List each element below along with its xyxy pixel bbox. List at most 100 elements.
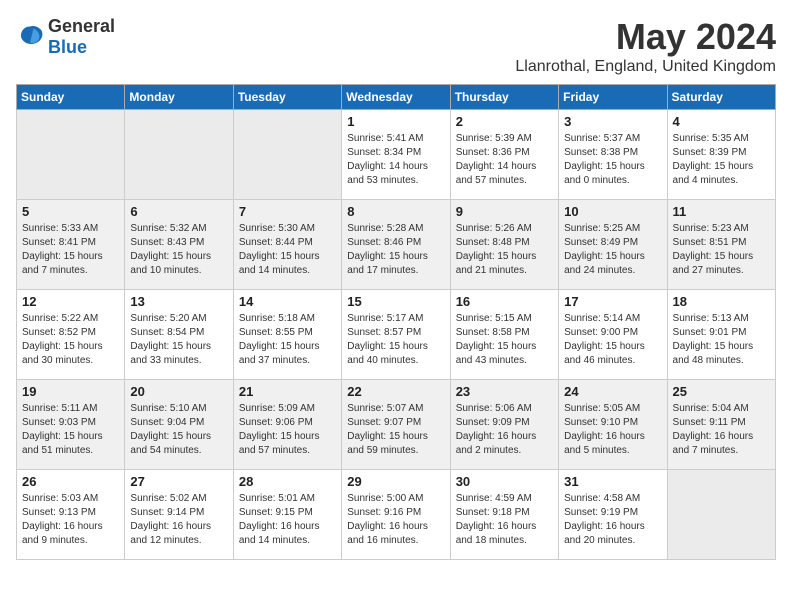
day-info: Sunrise: 5:18 AMSunset: 8:55 PMDaylight:… <box>239 313 320 366</box>
day-number: 4 <box>673 114 770 129</box>
day-number: 8 <box>347 204 444 219</box>
location-title: Llanrothal, England, United Kingdom <box>515 58 776 76</box>
day-number: 18 <box>673 294 770 309</box>
month-title: May 2024 <box>515 16 776 58</box>
day-number: 1 <box>347 114 444 129</box>
day-cell: 5Sunrise: 5:33 AMSunset: 8:41 PMDaylight… <box>17 200 125 290</box>
day-number: 6 <box>130 204 227 219</box>
day-info: Sunrise: 5:26 AMSunset: 8:48 PMDaylight:… <box>456 223 537 276</box>
day-cell: 22 Sunrise: 5:07 AMSunset: 9:07 PMDayligh… <box>342 380 450 470</box>
day-number: 24 <box>564 384 661 399</box>
header-cell-friday: Friday <box>559 85 667 110</box>
day-number: 9 <box>456 204 553 219</box>
day-cell: 28Sunrise: 5:01 AMSunset: 9:15 PMDayligh… <box>233 470 341 560</box>
day-info: Sunrise: 5:14 AMSunset: 9:00 PMDaylight:… <box>564 313 645 366</box>
day-info: Sunrise: 5:30 AMSunset: 8:44 PMDaylight:… <box>239 223 320 276</box>
day-number: 14 <box>239 294 336 309</box>
logo-text: General Blue <box>48 16 115 58</box>
day-info: Sunrise: 4:58 AMSunset: 9:19 PMDaylight:… <box>564 493 645 546</box>
week-row-1: 1 Sunrise: 5:41 AMSunset: 8:34 PMDaylight… <box>17 110 776 200</box>
title-block: May 2024 Llanrothal, England, United Kin… <box>515 16 776 76</box>
day-number: 13 <box>130 294 227 309</box>
day-cell: 30 Sunrise: 4:59 AMSunset: 9:18 PMDayligh… <box>450 470 558 560</box>
header-row: SundayMondayTuesdayWednesdayThursdayFrid… <box>17 85 776 110</box>
header-cell-saturday: Saturday <box>667 85 775 110</box>
week-row-4: 19 Sunrise: 5:11 AMSunset: 9:03 PMDayligh… <box>17 380 776 470</box>
day-info: Sunrise: 5:07 AMSunset: 9:07 PMDaylight:… <box>347 403 428 456</box>
day-info: Sunrise: 5:10 AMSunset: 9:04 PMDaylight:… <box>130 403 211 456</box>
day-number: 3 <box>564 114 661 129</box>
day-number: 19 <box>22 384 119 399</box>
day-number: 26 <box>22 474 119 489</box>
day-cell: 26 Sunrise: 5:03 AMSunset: 9:13 PMDayligh… <box>17 470 125 560</box>
day-info: Sunrise: 5:03 AMSunset: 9:13 PMDaylight:… <box>22 493 103 546</box>
day-info: Sunrise: 5:06 AMSunset: 9:09 PMDaylight:… <box>456 403 537 456</box>
day-cell: 24Sunrise: 5:05 AMSunset: 9:10 PMDayligh… <box>559 380 667 470</box>
day-number: 15 <box>347 294 444 309</box>
day-cell: 4 Sunrise: 5:35 AMSunset: 8:39 PMDaylight… <box>667 110 775 200</box>
day-cell: 16Sunrise: 5:15 AMSunset: 8:58 PMDayligh… <box>450 290 558 380</box>
day-info: Sunrise: 5:39 AMSunset: 8:36 PMDaylight:… <box>456 133 537 186</box>
day-cell: 31 Sunrise: 4:58 AMSunset: 9:19 PMDayligh… <box>559 470 667 560</box>
day-info: Sunrise: 5:37 AMSunset: 8:38 PMDaylight:… <box>564 133 645 186</box>
day-info: Sunrise: 5:13 AMSunset: 9:01 PMDaylight:… <box>673 313 754 366</box>
day-info: Sunrise: 5:02 AMSunset: 9:14 PMDaylight:… <box>130 493 211 546</box>
logo-general: General <box>48 16 115 36</box>
day-cell: 9 Sunrise: 5:26 AMSunset: 8:48 PMDaylight… <box>450 200 558 290</box>
day-number: 22 <box>347 384 444 399</box>
header-cell-monday: Monday <box>125 85 233 110</box>
header-cell-sunday: Sunday <box>17 85 125 110</box>
day-cell: 12Sunrise: 5:22 AMSunset: 8:52 PMDayligh… <box>17 290 125 380</box>
day-number: 2 <box>456 114 553 129</box>
day-number: 7 <box>239 204 336 219</box>
day-cell <box>233 110 341 200</box>
logo-blue: Blue <box>48 37 87 57</box>
day-cell: 27 Sunrise: 5:02 AMSunset: 9:14 PMDayligh… <box>125 470 233 560</box>
day-cell: 18 Sunrise: 5:13 AMSunset: 9:01 PMDayligh… <box>667 290 775 380</box>
day-number: 17 <box>564 294 661 309</box>
day-number: 27 <box>130 474 227 489</box>
day-number: 31 <box>564 474 661 489</box>
day-cell: 11 Sunrise: 5:23 AMSunset: 8:51 PMDayligh… <box>667 200 775 290</box>
logo: General Blue <box>16 16 115 58</box>
day-number: 20 <box>130 384 227 399</box>
day-cell <box>667 470 775 560</box>
calendar-table: SundayMondayTuesdayWednesdayThursdayFrid… <box>16 84 776 560</box>
day-info: Sunrise: 5:23 AMSunset: 8:51 PMDaylight:… <box>673 223 754 276</box>
day-number: 23 <box>456 384 553 399</box>
day-number: 28 <box>239 474 336 489</box>
day-number: 25 <box>673 384 770 399</box>
header-cell-thursday: Thursday <box>450 85 558 110</box>
day-info: Sunrise: 5:15 AMSunset: 8:58 PMDaylight:… <box>456 313 537 366</box>
week-row-2: 5Sunrise: 5:33 AMSunset: 8:41 PMDaylight… <box>17 200 776 290</box>
day-info: Sunrise: 5:32 AMSunset: 8:43 PMDaylight:… <box>130 223 211 276</box>
day-info: Sunrise: 5:20 AMSunset: 8:54 PMDaylight:… <box>130 313 211 366</box>
day-info: Sunrise: 5:35 AMSunset: 8:39 PMDaylight:… <box>673 133 754 186</box>
day-cell: 23 Sunrise: 5:06 AMSunset: 9:09 PMDayligh… <box>450 380 558 470</box>
day-info: Sunrise: 5:41 AMSunset: 8:34 PMDaylight:… <box>347 133 428 186</box>
day-cell: 10Sunrise: 5:25 AMSunset: 8:49 PMDayligh… <box>559 200 667 290</box>
day-info: Sunrise: 4:59 AMSunset: 9:18 PMDaylight:… <box>456 493 537 546</box>
day-cell: 17 Sunrise: 5:14 AMSunset: 9:00 PMDayligh… <box>559 290 667 380</box>
day-info: Sunrise: 5:28 AMSunset: 8:46 PMDaylight:… <box>347 223 428 276</box>
week-row-3: 12Sunrise: 5:22 AMSunset: 8:52 PMDayligh… <box>17 290 776 380</box>
day-number: 11 <box>673 204 770 219</box>
day-number: 30 <box>456 474 553 489</box>
day-cell <box>125 110 233 200</box>
logo-icon <box>16 23 44 51</box>
day-number: 21 <box>239 384 336 399</box>
day-cell: 13 Sunrise: 5:20 AMSunset: 8:54 PMDayligh… <box>125 290 233 380</box>
day-info: Sunrise: 5:09 AMSunset: 9:06 PMDaylight:… <box>239 403 320 456</box>
day-info: Sunrise: 5:25 AMSunset: 8:49 PMDaylight:… <box>564 223 645 276</box>
header-cell-wednesday: Wednesday <box>342 85 450 110</box>
day-info: Sunrise: 5:04 AMSunset: 9:11 PMDaylight:… <box>673 403 754 456</box>
day-cell: 20 Sunrise: 5:10 AMSunset: 9:04 PMDayligh… <box>125 380 233 470</box>
day-cell: 1 Sunrise: 5:41 AMSunset: 8:34 PMDaylight… <box>342 110 450 200</box>
day-info: Sunrise: 5:11 AMSunset: 9:03 PMDaylight:… <box>22 403 103 456</box>
day-info: Sunrise: 5:00 AMSunset: 9:16 PMDaylight:… <box>347 493 428 546</box>
day-cell: 8 Sunrise: 5:28 AMSunset: 8:46 PMDaylight… <box>342 200 450 290</box>
header-cell-tuesday: Tuesday <box>233 85 341 110</box>
day-number: 29 <box>347 474 444 489</box>
day-info: Sunrise: 5:17 AMSunset: 8:57 PMDaylight:… <box>347 313 428 366</box>
week-row-5: 26 Sunrise: 5:03 AMSunset: 9:13 PMDayligh… <box>17 470 776 560</box>
